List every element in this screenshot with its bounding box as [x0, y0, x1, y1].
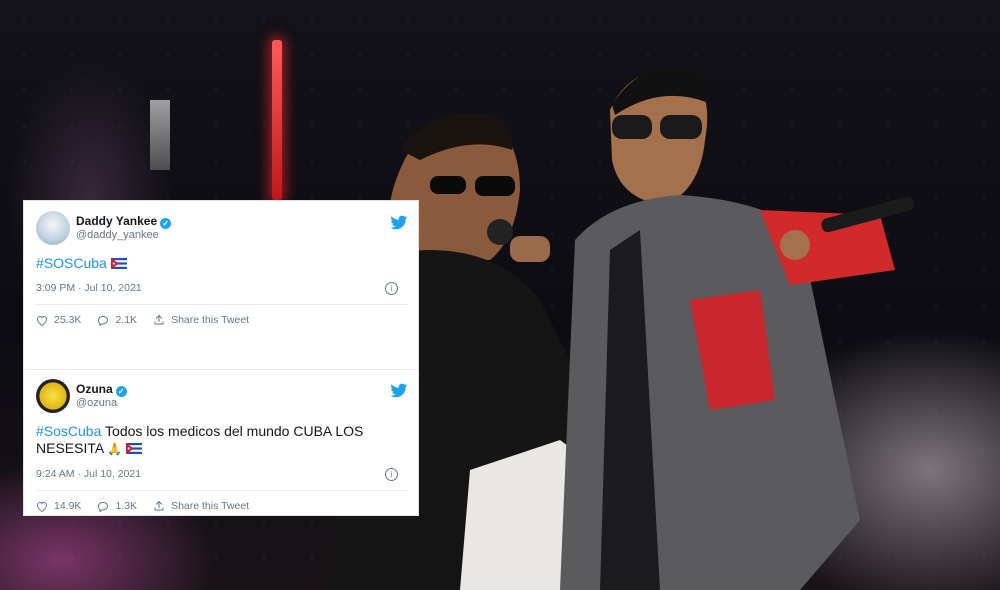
avatar[interactable] — [36, 211, 70, 245]
right-performer — [560, 66, 915, 590]
share-button[interactable]: Share this Tweet — [153, 314, 249, 326]
share-label: Share this Tweet — [171, 314, 250, 326]
handle[interactable]: @daddy_yankee — [76, 229, 159, 241]
tweet: Ozuna ✓ @ozuna #SosCuba Todos los medicos… — [36, 379, 408, 513]
like-button[interactable]: 14.9K — [36, 500, 81, 512]
divider — [36, 490, 408, 491]
tweet-actions: 14.9K 1.3K Share this Tweet — [36, 499, 408, 513]
hashtag-link[interactable]: #SosCuba — [36, 423, 101, 439]
reply-icon — [98, 501, 109, 512]
praying-hands-icon: 🙏 — [107, 442, 123, 456]
share-icon — [154, 500, 164, 511]
tweet-meta: 3:09 PM · Jul 10, 2021 i — [36, 282, 408, 296]
twitter-bird-icon[interactable] — [390, 383, 408, 399]
tweet: Daddy Yankee ✓ @daddy_yankee #SOSCuba 3:0… — [36, 211, 408, 327]
twitter-bird-icon[interactable] — [390, 215, 408, 231]
like-count: 14.9K — [54, 500, 82, 512]
tweet-actions: 25.3K 2.1K Share this Tweet — [36, 313, 408, 327]
reply-button[interactable]: 2.1K — [97, 314, 137, 326]
display-name-text: Ozuna — [76, 382, 113, 396]
tweet-meta: 9:24 AM · Jul 10, 2021 i — [36, 468, 408, 482]
concert-photo: Daddy Yankee ✓ @daddy_yankee #SOSCuba 3:0… — [0, 0, 1000, 590]
timestamp[interactable]: 3:09 PM · Jul 10, 2021 — [36, 282, 142, 294]
hashtag-link[interactable]: #SOSCuba — [36, 255, 107, 271]
like-button[interactable]: 25.3K — [36, 314, 81, 326]
info-icon[interactable]: i — [385, 282, 398, 295]
cuba-flag-icon — [110, 258, 127, 269]
share-icon — [154, 314, 164, 325]
tweet-text: #SosCuba Todos los medicos del mundo CUB… — [36, 423, 408, 458]
display-name[interactable]: Ozuna ✓ — [76, 382, 127, 397]
like-count: 25.3K — [54, 314, 82, 326]
handle[interactable]: @ozuna — [76, 397, 117, 409]
heart-icon — [36, 501, 48, 512]
share-button[interactable]: Share this Tweet — [153, 500, 249, 512]
share-label: Share this Tweet — [171, 500, 250, 512]
avatar[interactable] — [36, 379, 70, 413]
timestamp[interactable]: 9:24 AM · Jul 10, 2021 — [36, 468, 141, 480]
verified-icon: ✓ — [160, 218, 172, 229]
tweet-separator — [24, 369, 418, 370]
heart-icon — [36, 315, 48, 326]
tweets-overlay: Daddy Yankee ✓ @daddy_yankee #SOSCuba 3:0… — [23, 200, 419, 516]
reply-count: 1.3K — [115, 500, 138, 512]
display-name-text: Daddy Yankee — [76, 214, 158, 228]
info-icon[interactable]: i — [385, 468, 398, 481]
divider — [36, 304, 408, 305]
cuba-flag-icon — [126, 443, 143, 454]
verified-icon: ✓ — [115, 386, 127, 397]
display-name[interactable]: Daddy Yankee ✓ — [76, 214, 172, 229]
reply-button[interactable]: 1.3K — [97, 500, 137, 512]
reply-icon — [98, 315, 109, 326]
reply-count: 2.1K — [115, 314, 138, 326]
tweet-text: #SOSCuba — [36, 255, 408, 272]
